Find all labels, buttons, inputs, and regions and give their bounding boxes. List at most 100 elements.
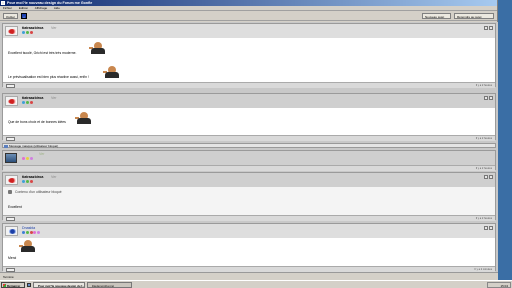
- post-footer: Il y a 2 heures: [3, 82, 495, 88]
- status-icon: [25, 231, 29, 234]
- smiley-icon: [89, 42, 107, 54]
- home-icon[interactable]: ⌂: [21, 13, 27, 19]
- post-footer: Il y a 2 heures: [3, 135, 495, 141]
- quote-icon[interactable]: [483, 175, 488, 179]
- post-time: Il y a 2 minutes: [474, 268, 492, 271]
- post-header: Dnasbla: [3, 224, 495, 238]
- post-header: tiatraazbiroa Ver: [3, 173, 495, 187]
- post-text: Merci: [8, 256, 17, 260]
- post-text: Excellent: [8, 205, 22, 209]
- new-topic-button[interactable]: Nouveau sujet: [422, 13, 451, 19]
- post-text: Que de bons choix et de bonnes idées: [8, 120, 66, 124]
- menu-icon[interactable]: [489, 175, 493, 179]
- menu-icon[interactable]: [489, 226, 493, 230]
- menu-affichage[interactable]: Affichage: [35, 6, 47, 10]
- post-action-button[interactable]: [6, 84, 15, 88]
- post-username[interactable]: Dnasbla: [22, 226, 35, 230]
- quote-icon[interactable]: [483, 96, 488, 100]
- quote-icon[interactable]: [483, 26, 488, 30]
- post: Ver Il y a 2 heures: [2, 150, 496, 171]
- avatar[interactable]: [5, 175, 18, 185]
- post-time: Il y a 2 heures: [475, 84, 492, 87]
- post-badge: Ver: [51, 175, 57, 179]
- status-icon: [25, 31, 29, 34]
- post-body: Contenu d'un utilisateur bloqué Excellen…: [3, 187, 495, 215]
- status-icons: [22, 157, 33, 160]
- post: tiatraazbiroa Ver Excellent tsoolé, Gric…: [2, 23, 496, 88]
- post-action-button[interactable]: [6, 137, 15, 141]
- smiley-icon: [103, 66, 121, 78]
- avatar[interactable]: [5, 226, 18, 236]
- avatar[interactable]: [5, 96, 18, 106]
- status-icons: [22, 231, 41, 234]
- post-time: Il y a 2 heures: [475, 137, 492, 140]
- clock: 15:04: [500, 284, 508, 288]
- avatar[interactable]: [5, 26, 18, 36]
- status-icon: [22, 101, 25, 104]
- status-icon: [22, 157, 25, 160]
- back-button[interactable]: Quitter: [3, 13, 18, 19]
- status-icon: [37, 231, 41, 234]
- post-username[interactable]: tiatraazbiroa: [22, 96, 43, 100]
- window-titlebar[interactable]: Pour moi?le nouveau design du Forum me G…: [0, 0, 497, 6]
- status-icon: [33, 231, 37, 234]
- menu-fichier[interactable]: Fichier: [3, 6, 12, 10]
- status-icons: [22, 101, 33, 104]
- avatar[interactable]: [5, 153, 17, 163]
- quicklaunch-icon[interactable]: [27, 283, 31, 287]
- post: tiatraazbiroa Ver Contenu d'un utilisate…: [2, 172, 496, 221]
- desktop-edge: [498, 0, 512, 280]
- menu-icon[interactable]: [489, 96, 493, 100]
- hidden-message-bar[interactable]: Message masqué (utilisateur bloqué): [2, 143, 496, 148]
- system-tray: 15:04: [487, 282, 511, 288]
- post-body: Merci: [3, 238, 495, 266]
- status-icon: [29, 180, 33, 183]
- menu-aide[interactable]: Aide: [54, 6, 60, 10]
- post-action-button[interactable]: [6, 217, 15, 221]
- windows-logo-icon: [3, 284, 6, 287]
- menu-icon[interactable]: [489, 26, 493, 30]
- post-time: Il y a 2 heures: [475, 167, 492, 170]
- reply-topic-button[interactable]: Répondre au sujet: [454, 13, 494, 19]
- post-footer: Il y a 2 heures: [3, 165, 495, 171]
- status-icons: [22, 180, 33, 183]
- status-icon: [22, 180, 25, 183]
- app-icon: [1, 1, 5, 5]
- smiley-icon: [19, 240, 37, 252]
- post-text: Excellent tsoolé, Grichi est très trés m…: [8, 51, 77, 55]
- task-image-window[interactable]: ilitedemorpha.img: [87, 282, 132, 288]
- post-header: tiatraazbiroa Ver: [3, 94, 495, 108]
- task-forum-window[interactable]: Pour moi?le nouveau design du f...: [33, 282, 85, 288]
- status-icon: [22, 231, 25, 234]
- status-icon: [25, 101, 29, 104]
- post-badge: Ver: [51, 96, 57, 100]
- menu-edition[interactable]: Edition: [19, 6, 28, 10]
- status-icon: [29, 157, 33, 160]
- start-button[interactable]: Démarrer: [1, 282, 25, 288]
- quote-icon[interactable]: [483, 226, 488, 230]
- post-badge: Ver: [51, 26, 57, 30]
- toolbar: Quitter ⌂ Nouveau sujet Répondre au suje…: [0, 11, 497, 21]
- window-title: Pour moi?le nouveau design du Forum me G…: [7, 1, 93, 5]
- post: Dnasbla Merci Il y a 2 minutes: [2, 223, 496, 272]
- blocked-icon: [8, 190, 12, 194]
- post: tiatraazbiroa Ver Que de bons choix et d…: [2, 93, 496, 141]
- post-time: Il y a 2 heures: [475, 217, 492, 220]
- posts-area: tiatraazbiroa Ver Excellent tsoolé, Gric…: [0, 22, 498, 272]
- smiley-icon: [75, 112, 93, 124]
- post-text: Le prévisualisation est bien plus réacti…: [8, 75, 89, 79]
- status-icon: [25, 157, 29, 160]
- post-header: tiatraazbiroa Ver: [3, 24, 495, 38]
- post-badge: Ver: [39, 152, 45, 156]
- status-icon: [29, 101, 33, 104]
- user-icon: [4, 144, 8, 148]
- post-username[interactable]: tiatraazbiroa: [22, 175, 43, 179]
- post-header: Ver: [3, 151, 495, 165]
- post-body: Excellent tsoolé, Grichi est très trés m…: [3, 38, 495, 82]
- post-username[interactable]: tiatraazbiroa: [22, 26, 43, 30]
- status-icons: [22, 31, 33, 34]
- status-bar: Terminé: [0, 272, 498, 280]
- hidden-message-label: Message masqué (utilisateur bloqué): [9, 144, 59, 148]
- post-footer: Il y a 2 heures: [3, 215, 495, 221]
- status-icon: [29, 31, 33, 34]
